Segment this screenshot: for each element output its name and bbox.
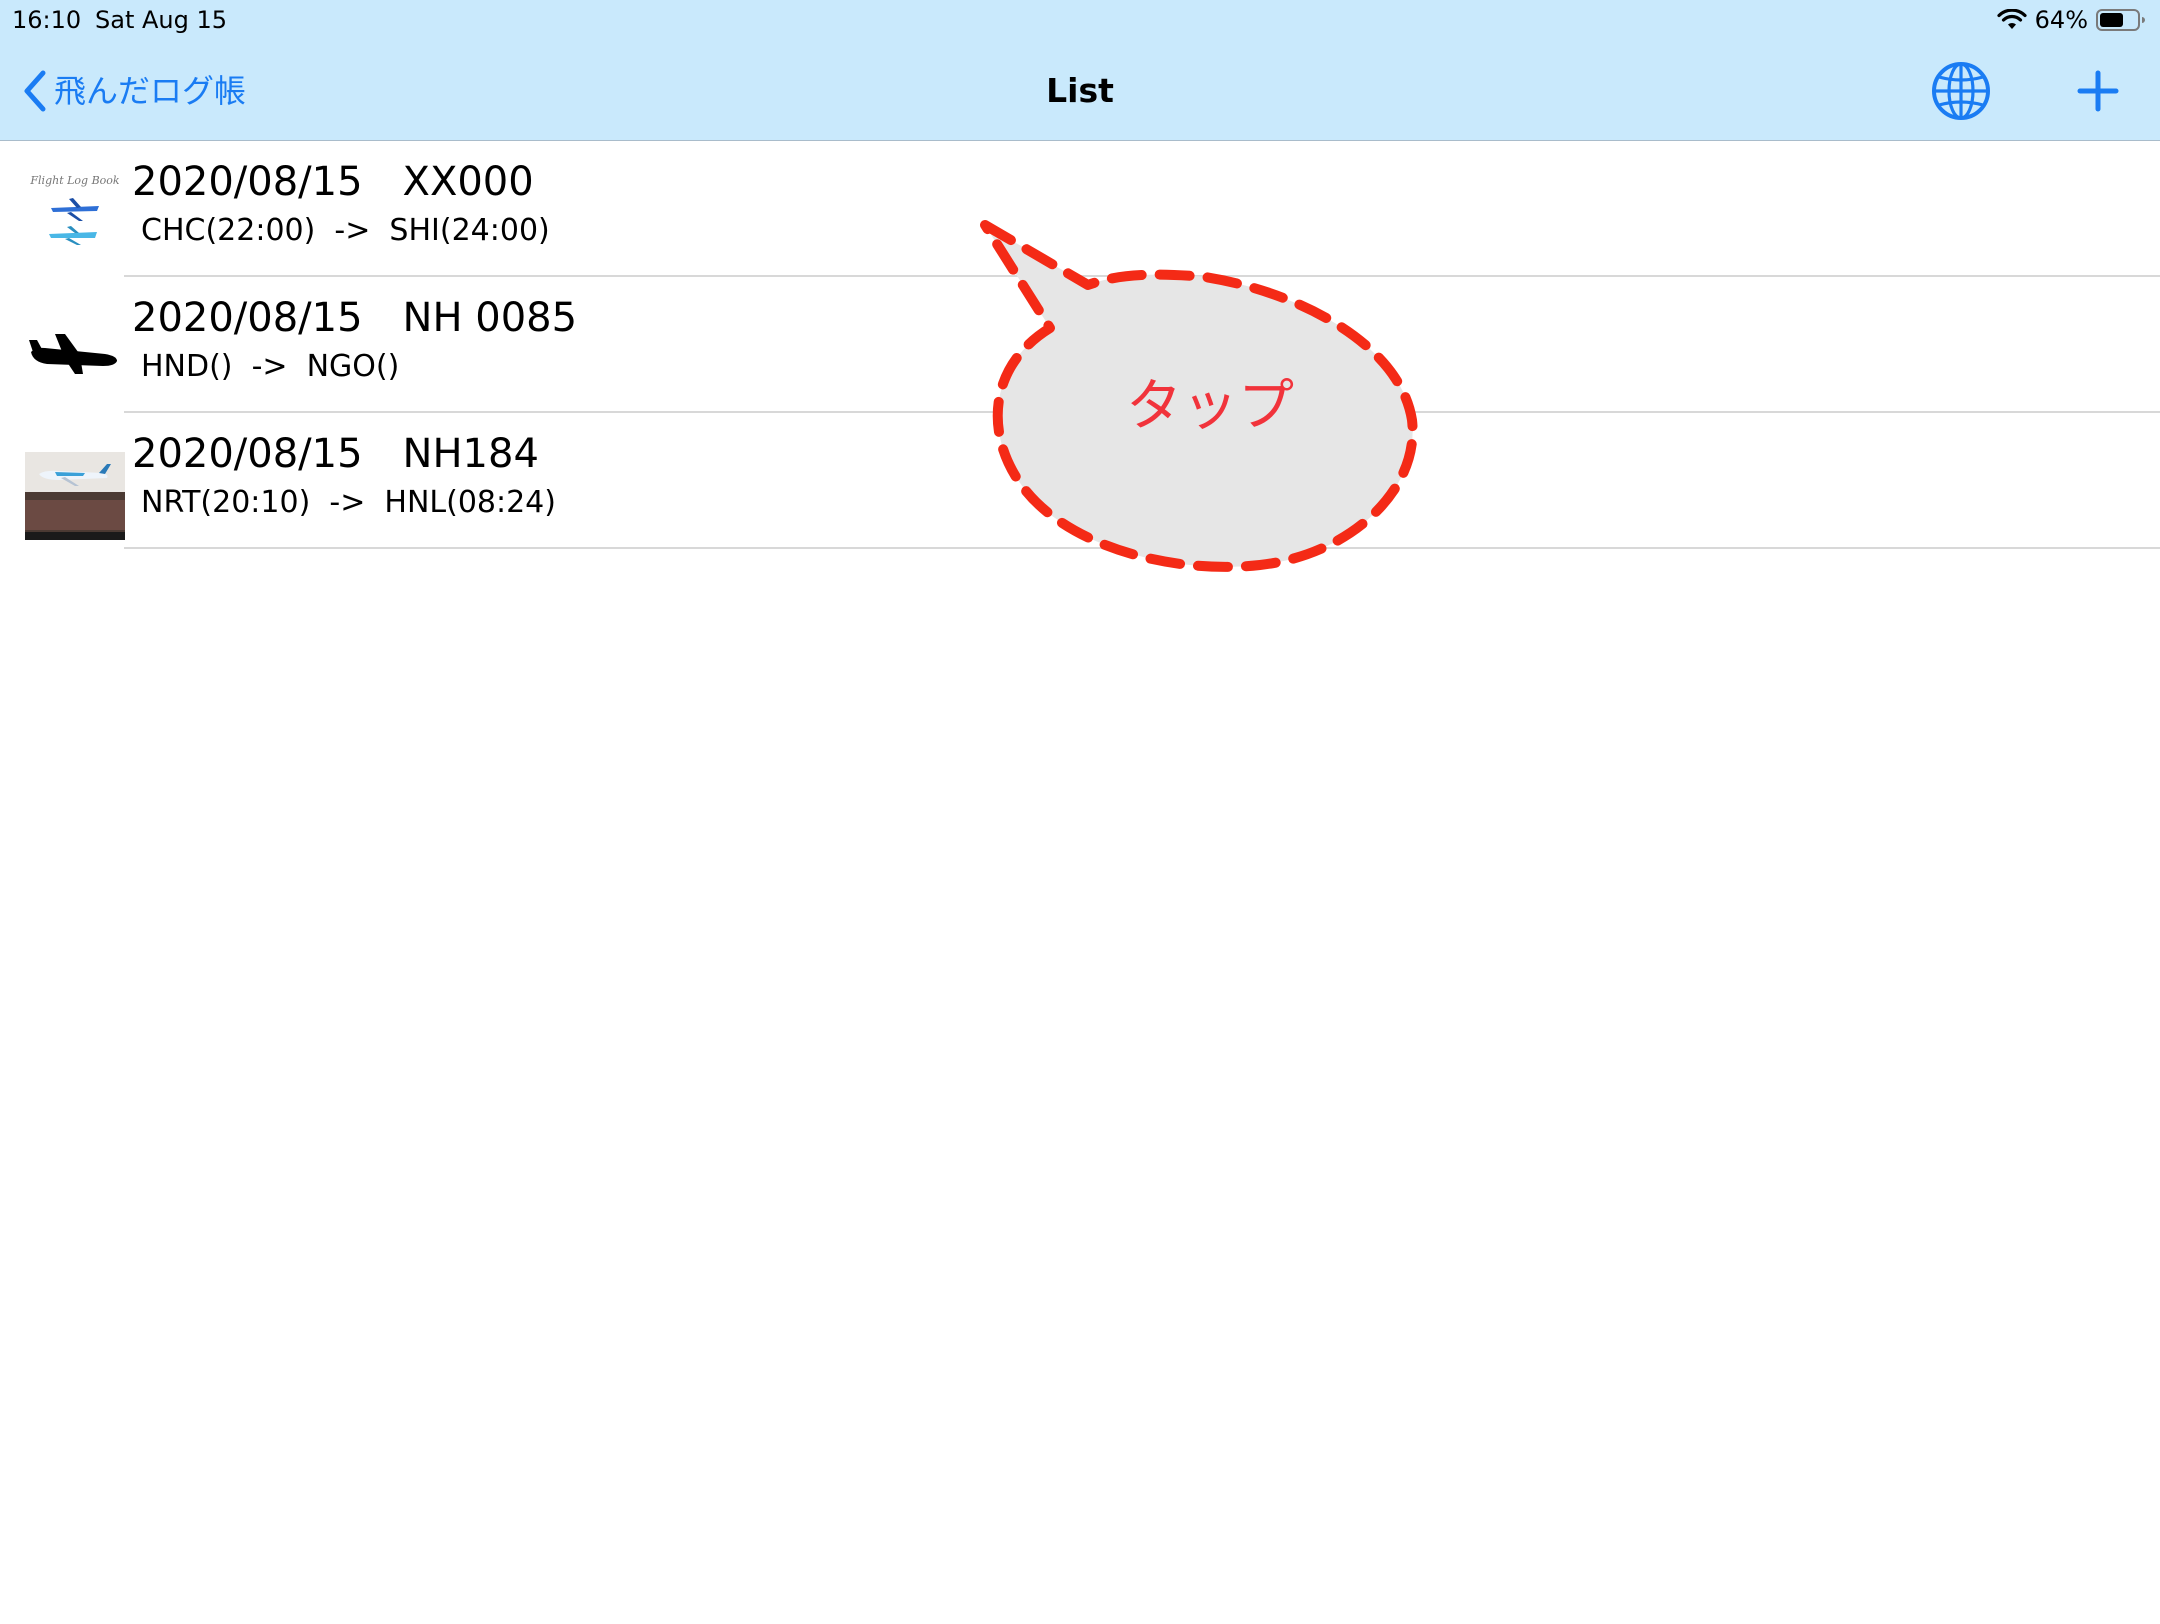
battery-percent: 64% — [2034, 6, 2088, 34]
chevron-left-icon — [22, 69, 48, 113]
add-button[interactable] — [2077, 70, 2119, 112]
flight-route: CHC(22:00) -> SHI(24:00) — [141, 213, 550, 248]
status-time: 16:10 — [12, 6, 82, 34]
back-button[interactable]: 飛んだログ帳 — [22, 66, 246, 116]
flight-title: 2020/08/15 NH 0085 — [132, 295, 578, 341]
page-title: List — [1046, 71, 1114, 110]
list-item[interactable]: 2020/08/15 NH184 NRT(20:10) -> HNL(08:24… — [0, 413, 2160, 549]
status-date: Sat Aug 15 — [95, 6, 228, 34]
battery-icon — [2096, 8, 2146, 32]
wifi-icon — [1997, 9, 2027, 31]
svg-text:Flight Log Book: Flight Log Book — [29, 174, 120, 187]
navigation-header: 16:10 Sat Aug 15 64% 飛んだログ帳 List — [0, 0, 2160, 141]
flight-title: 2020/08/15 NH184 — [132, 431, 539, 477]
row-divider — [124, 547, 2160, 549]
a380-photo-thumbnail — [25, 440, 125, 540]
flight-title: 2020/08/15 XX000 — [132, 159, 534, 205]
flight-route: HND() -> NGO() — [141, 349, 400, 384]
plus-icon — [2077, 70, 2119, 116]
back-button-label: 飛んだログ帳 — [54, 72, 247, 110]
flight-route: NRT(20:10) -> HNL(08:24) — [141, 485, 556, 520]
flight-list: Flight Log Book 2020/08/15 XX000 CHC(22:… — [0, 141, 2160, 549]
airplane-silhouette-thumbnail — [25, 304, 125, 404]
list-item[interactable]: Flight Log Book 2020/08/15 XX000 CHC(22:… — [0, 141, 2160, 277]
flight-log-logo-thumbnail: Flight Log Book — [25, 168, 125, 268]
list-item[interactable]: 2020/08/15 NH 0085 HND() -> NGO() — [0, 277, 2160, 413]
status-right-group: 64% — [1997, 5, 2146, 35]
globe-button[interactable] — [1930, 60, 1992, 122]
globe-icon — [1930, 62, 1992, 126]
